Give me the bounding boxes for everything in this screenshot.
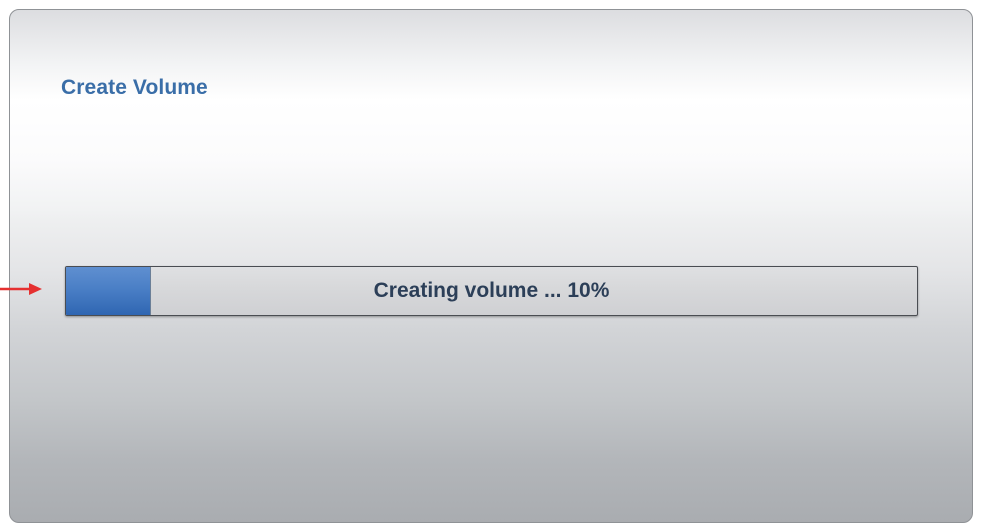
red-arrow-icon: [0, 283, 42, 295]
creating-volume-progress-bar: Creating volume ... 10%: [65, 266, 918, 316]
create-volume-dialog: Create Volume Creating volume ... 10%: [9, 9, 973, 523]
dialog-title: Create Volume: [61, 76, 208, 99]
screenshot-stage: Create Volume Creating volume ... 10%: [0, 0, 983, 528]
progress-label: Creating volume ... 10%: [373, 279, 610, 302]
